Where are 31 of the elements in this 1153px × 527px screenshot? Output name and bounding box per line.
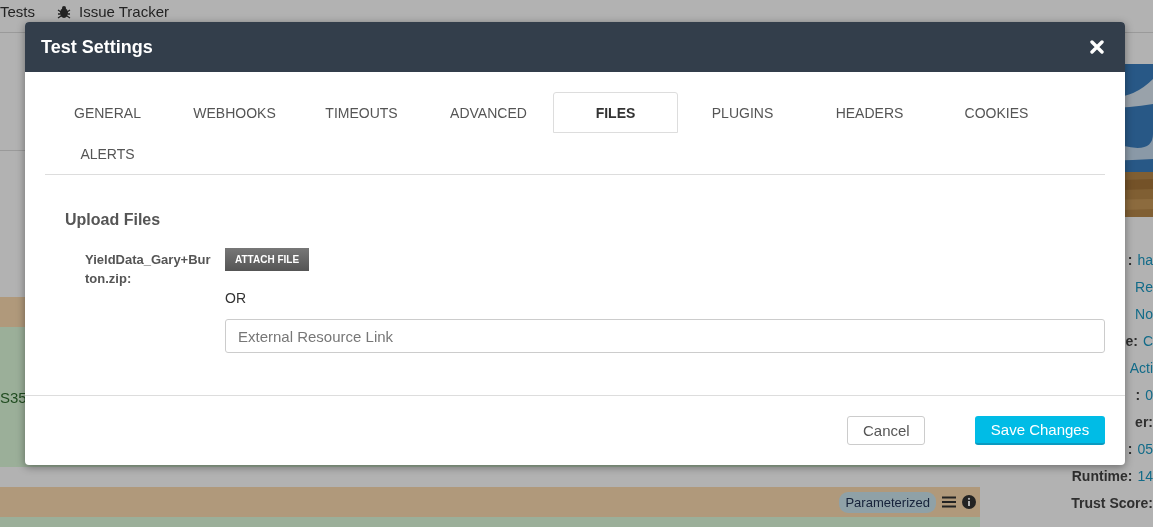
field-label: e: <box>1125 332 1138 351</box>
field-label: : <box>1127 251 1133 270</box>
tab[interactable]: COOKIES <box>934 92 1059 133</box>
field-label: : <box>1127 440 1133 459</box>
link-field[interactable]: External Resource Link <box>225 319 1105 353</box>
field-label: er: <box>1135 413 1153 432</box>
field-label: Runtime: <box>1071 467 1133 486</box>
nav-link[interactable]: Tests <box>0 3 35 20</box>
row-text: S35 <box>0 388 27 406</box>
dialog-title: Test Settings <box>41 36 153 58</box>
file-label: YieldData_Gary+Burton.zip: <box>85 251 212 288</box>
bug-icon <box>57 4 71 19</box>
tab[interactable]: ALERTS <box>45 133 170 174</box>
list-icon[interactable] <box>942 496 956 508</box>
tab[interactable]: FILES <box>553 92 678 133</box>
nav-link[interactable]: Issue Tracker <box>57 3 170 20</box>
info-icon[interactable] <box>962 495 976 509</box>
tab[interactable]: PLUGINS <box>680 92 805 133</box>
section-title: Upload Files <box>65 211 162 229</box>
field-label: Trust Score: <box>1071 494 1153 513</box>
or-text: OR <box>225 290 246 306</box>
tag: Parameterized <box>839 491 936 513</box>
close-icon[interactable] <box>1090 40 1104 54</box>
field-label: : <box>1135 386 1141 405</box>
attach-file-button[interactable]: ATTACH FILE <box>225 248 310 271</box>
tab[interactable]: ADVANCED <box>426 92 551 133</box>
tab[interactable]: GENERAL <box>45 92 170 133</box>
cancel-button[interactable]: Cancel <box>847 416 925 445</box>
tab[interactable]: HEADERS <box>807 92 932 133</box>
tab[interactable]: TIMEOUTS <box>299 92 424 133</box>
tab[interactable]: WEBHOOKS <box>172 92 297 133</box>
